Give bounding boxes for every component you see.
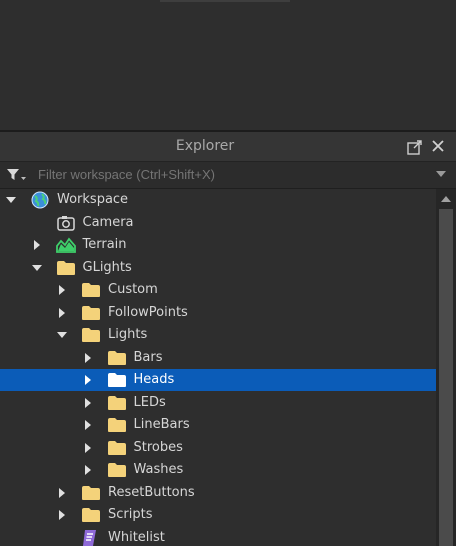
- chevron-down-icon[interactable]: [6, 189, 16, 211]
- camera-icon: [56, 213, 76, 233]
- chevron-right-icon[interactable]: [57, 279, 67, 301]
- folder-icon: [81, 280, 101, 300]
- chevron-right-icon[interactable]: [57, 504, 67, 526]
- folder-icon: [107, 370, 127, 390]
- chevron-right-icon[interactable]: [83, 369, 93, 391]
- scrollbar-thumb[interactable]: [439, 209, 453, 546]
- tree-item-label: Lights: [108, 327, 148, 342]
- explorer-tree: Workspace Camera Terrain GLights Custom Follo…: [0, 189, 436, 546]
- output-panel: [0, 0, 456, 130]
- chevron-right-icon[interactable]: [83, 459, 93, 481]
- tree-item-label: Terrain: [82, 237, 127, 252]
- tree-item-label: GLights: [82, 259, 132, 275]
- folder-icon: [81, 325, 101, 345]
- folder-icon: [107, 348, 127, 368]
- folder-icon: [107, 460, 127, 480]
- tree-item-label: Whitelist: [108, 529, 165, 545]
- tree-item-label: FollowPoints: [108, 304, 188, 320]
- filter-icon[interactable]: [6, 168, 28, 182]
- tree-item-label: Custom: [108, 282, 158, 297]
- tree-item-washes[interactable]: Washes: [0, 459, 436, 481]
- tree-item-heads[interactable]: Heads: [0, 369, 436, 391]
- tree-item-lights[interactable]: Lights: [0, 324, 436, 346]
- folder-icon: [107, 393, 127, 413]
- tree-item-linebars[interactable]: LineBars: [0, 414, 436, 436]
- tree-item-resetbuttons[interactable]: ResetButtons: [0, 482, 436, 504]
- undock-icon[interactable]: [406, 138, 424, 156]
- chevron-down-icon[interactable]: [31, 257, 42, 279]
- tree-item-label: Camera: [82, 214, 134, 230]
- tree-item-workspace[interactable]: Workspace: [0, 189, 436, 211]
- folder-icon: [81, 505, 101, 525]
- tree-scrollbar[interactable]: [436, 189, 456, 546]
- chevron-right-icon[interactable]: [83, 392, 93, 414]
- tree-item-custom[interactable]: Custom: [0, 279, 436, 301]
- tree-item-strobes[interactable]: Strobes: [0, 437, 436, 459]
- tree-item-label: Scripts: [108, 507, 153, 522]
- tree-item-label: Workspace: [57, 192, 129, 207]
- folder-icon: [81, 483, 101, 503]
- tree-item-label: ResetButtons: [108, 484, 195, 500]
- filter-workspace-input[interactable]: [38, 162, 418, 188]
- close-icon[interactable]: [429, 137, 447, 155]
- tree-item-label: LEDs: [133, 394, 166, 410]
- folder-icon: [107, 438, 127, 458]
- tree-item-label: Strobes: [133, 439, 183, 455]
- tree-item-whitelist[interactable]: Whitelist: [0, 527, 436, 546]
- terrain-icon: [55, 235, 76, 255]
- tree-item-leds[interactable]: LEDs: [0, 392, 436, 414]
- folder-icon: [107, 415, 127, 435]
- chevron-right-icon[interactable]: [32, 234, 42, 256]
- chevron-down-icon[interactable]: [436, 171, 446, 178]
- chevron-down-icon[interactable]: [57, 324, 67, 346]
- explorer-titlebar: Explorer: [0, 132, 456, 162]
- chevron-right-icon[interactable]: [83, 347, 93, 369]
- chevron-right-icon[interactable]: [57, 482, 67, 504]
- tree-item-label: LineBars: [133, 417, 190, 432]
- chevron-right-icon[interactable]: [83, 437, 93, 459]
- tree-item-label: Heads: [133, 372, 175, 387]
- tree-item-label: Bars: [133, 349, 163, 365]
- scroll-up-icon[interactable]: [441, 195, 451, 203]
- folder-icon: [81, 303, 101, 323]
- tree-item-terrain[interactable]: Terrain: [0, 234, 436, 256]
- tree-item-glights[interactable]: GLights: [0, 257, 436, 279]
- chevron-right-icon[interactable]: [83, 414, 93, 436]
- top-tab-strip: [160, 0, 290, 2]
- tree-item-followpoints[interactable]: FollowPoints: [0, 302, 436, 324]
- tree-item-scripts[interactable]: Scripts: [0, 504, 436, 526]
- tree-item-label: Washes: [133, 462, 184, 477]
- folder-icon: [56, 258, 76, 278]
- explorer-title: Explorer: [175, 138, 235, 154]
- tree-item-camera[interactable]: Camera: [0, 212, 436, 234]
- workspace-icon: [30, 190, 50, 210]
- tree-item-bars[interactable]: Bars: [0, 347, 436, 369]
- script-icon: [81, 528, 101, 546]
- filter-bar: [0, 162, 456, 189]
- chevron-right-icon[interactable]: [57, 302, 67, 324]
